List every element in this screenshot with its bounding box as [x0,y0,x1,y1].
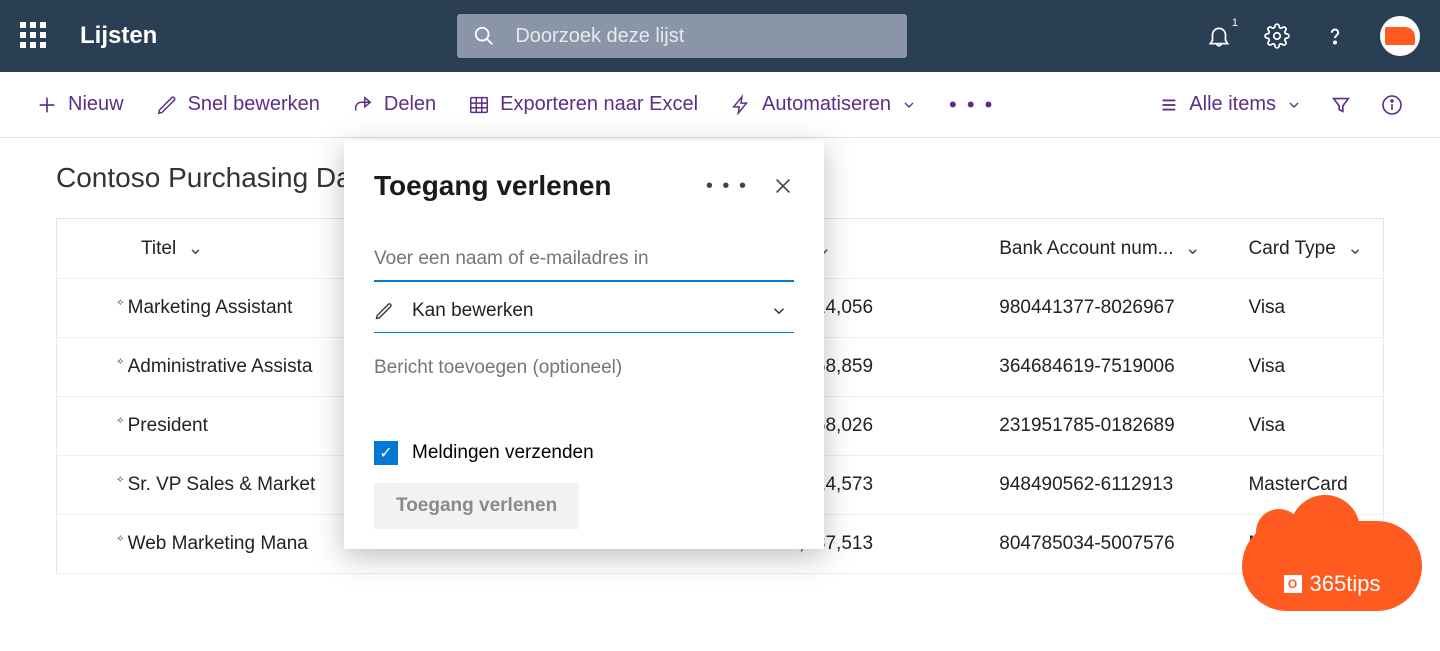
export-excel-button[interactable]: Exporteren naar Excel [468,93,698,116]
cell-bank: 804785034-5007576 [979,515,1228,574]
notification-count: 1 [1232,17,1238,29]
search-icon [473,25,495,47]
app-header: Lijsten 1 [0,0,1440,72]
app-launcher-icon[interactable] [20,22,48,50]
permission-label: Kan bewerken [412,300,533,322]
account-avatar[interactable] [1380,16,1420,56]
people-picker-input[interactable] [374,242,794,282]
column-header-bank[interactable]: Bank Account num... ⌄ [979,219,1228,279]
list-icon [1157,94,1179,116]
new-item-marker: ⟡ [117,474,124,485]
brand-label: 365tips [1310,571,1381,597]
grant-access-dialog: Toegang verlenen • • • Kan bewerken ✓ Me… [344,140,824,549]
avatar-logo [1385,27,1415,45]
dialog-header-actions: • • • [706,175,794,198]
info-button[interactable] [1380,93,1404,117]
cell-card: Visa [1228,279,1383,338]
chevron-down-icon: ⌄ [187,238,203,259]
notifications-icon[interactable]: 1 [1206,23,1232,49]
pencil-icon [156,94,178,116]
dialog-more-icon[interactable]: • • • [706,175,748,198]
help-icon[interactable] [1322,23,1348,49]
grant-access-button[interactable]: Toegang verlenen [374,483,579,529]
new-item-marker: ⟡ [117,297,124,308]
export-excel-label: Exporteren naar Excel [500,93,698,116]
cell-card: Visa [1228,338,1383,397]
chevron-down-icon [770,302,788,320]
notify-checkbox[interactable]: ✓ [374,441,398,465]
view-selector[interactable]: Alle items [1157,93,1302,116]
permission-selector[interactable]: Kan bewerken [374,290,794,333]
new-item-marker: ⟡ [117,415,124,426]
search-box[interactable] [457,14,907,58]
more-commands-button[interactable]: • • • [949,92,994,118]
column-header-card-type[interactable]: Card Type ⌄ [1228,219,1383,279]
brand-square-icon: O [1284,575,1302,593]
share-label: Delen [384,93,436,116]
pencil-icon [374,301,394,321]
chevron-down-icon: ⌄ [1185,238,1201,259]
quick-edit-button[interactable]: Snel bewerken [156,93,320,116]
filter-button[interactable] [1330,94,1352,116]
dialog-header: Toegang verlenen • • • [374,170,794,202]
cell-bank: 980441377-8026967 [979,279,1228,338]
automate-icon [730,94,752,116]
new-label: Nieuw [68,93,124,116]
plus-icon [36,94,58,116]
share-icon [352,94,374,116]
new-item-marker: ⟡ [117,533,124,544]
close-icon[interactable] [772,175,794,197]
cell-card: Visa [1228,397,1383,456]
automate-label: Automatiseren [762,93,891,116]
cell-bank: 231951785-0182689 [979,397,1228,456]
notify-row: ✓ Meldingen verzenden [374,441,794,465]
dialog-title: Toegang verlenen [374,170,612,202]
column-header-label: Titel [141,238,176,259]
new-item-marker: ⟡ [117,356,124,367]
column-header-label: Bank Account num... [999,238,1173,259]
command-bar: Nieuw Snel bewerken Delen Exporteren naa… [0,72,1440,138]
app-title: Lijsten [80,22,157,50]
cell-bank: 948490562-6112913 [979,456,1228,515]
chevron-down-icon [901,97,917,113]
cell-bank: 364684619-7519006 [979,338,1228,397]
automate-button[interactable]: Automatiseren [730,93,917,116]
chevron-down-icon [1286,97,1302,113]
view-selector-label: Alle items [1189,93,1276,116]
share-button[interactable]: Delen [352,93,436,116]
search-container [457,14,907,58]
settings-icon[interactable] [1264,23,1290,49]
excel-icon [468,94,490,116]
brand-watermark: O 365tips [1242,521,1422,611]
ellipsis-icon: • • • [949,92,994,118]
quick-edit-label: Snel bewerken [188,93,320,116]
command-bar-right: Alle items [1157,93,1404,117]
search-input[interactable] [515,25,891,48]
header-actions: 1 [1206,16,1420,56]
column-header-label: Card Type [1248,238,1335,259]
message-input[interactable] [374,357,794,379]
chevron-down-icon: ⌄ [1347,238,1363,259]
new-button[interactable]: Nieuw [36,93,124,116]
notify-label: Meldingen verzenden [412,442,594,464]
